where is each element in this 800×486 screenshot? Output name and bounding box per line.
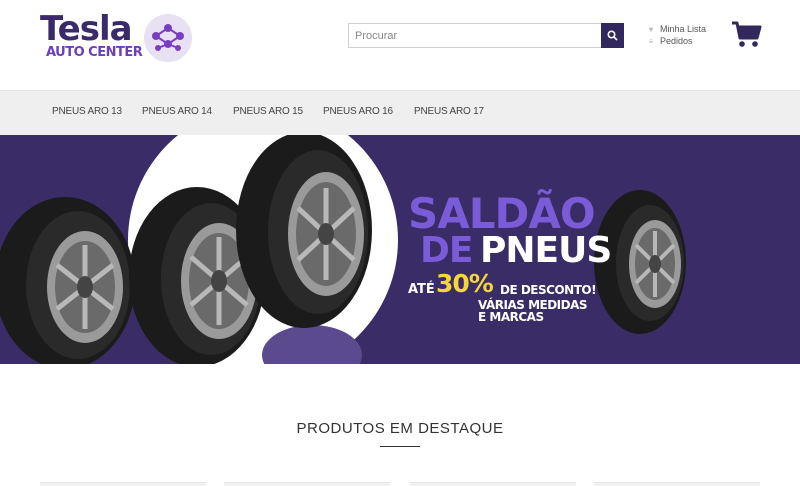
featured-products-title: PRODUTOS EM DESTAQUE <box>296 420 504 437</box>
nav-item-aro-16[interactable]: PNEUS ARO 16 <box>323 106 393 117</box>
search-bar <box>348 23 624 48</box>
promo-pneus: PNEUS <box>480 230 612 271</box>
list-icon: ≡ <box>648 36 654 46</box>
wishlist-label: Minha Lista <box>660 24 707 34</box>
nav-item-aro-13[interactable]: PNEUS ARO 13 <box>52 106 122 117</box>
search-input[interactable] <box>349 24 602 47</box>
nav-item-aro-15[interactable]: PNEUS ARO 15 <box>233 106 303 117</box>
account-links: ♥ Minha Lista ≡ Pedidos <box>646 23 726 47</box>
tire-image <box>236 135 372 328</box>
product-card[interactable] <box>594 482 760 486</box>
brand-subtitle: AUTO CENTER <box>46 45 143 60</box>
nav-item-aro-17[interactable]: PNEUS ARO 17 <box>414 106 484 117</box>
promo-ate: ATÉ <box>408 282 435 297</box>
tire-image <box>0 197 135 364</box>
search-button[interactable] <box>601 23 624 48</box>
promo-de: DE <box>420 230 473 271</box>
promo-discount: DE DESCONTO! <box>500 283 597 297</box>
wishlist-link[interactable]: ♥ Minha Lista <box>646 23 726 35</box>
promo-banner[interactable]: SALDÃO DE PNEUS ATÉ 30% DE DESCONTO! VÁR… <box>0 135 800 364</box>
orders-link[interactable]: ≡ Pedidos <box>646 35 726 47</box>
nav-item-aro-14[interactable]: PNEUS ARO 14 <box>142 106 212 117</box>
brand-name: Tesla <box>40 9 133 49</box>
search-icon <box>607 30 618 41</box>
promo-percent: 30% <box>436 269 494 298</box>
orders-label: Pedidos <box>660 36 693 46</box>
promo-brands: VÁRIAS MEDIDAS E MARCAS <box>478 298 588 324</box>
cart-button[interactable] <box>730 18 762 50</box>
brand-logo[interactable]: Tesla AUTO CENTER <box>40 12 200 64</box>
cart-icon <box>732 21 762 47</box>
title-underline <box>380 446 420 447</box>
product-card[interactable] <box>410 482 576 486</box>
product-card[interactable] <box>224 482 390 486</box>
product-card[interactable] <box>40 482 206 486</box>
promo-headline: SALDÃO <box>408 189 596 238</box>
category-nav: PNEUS ARO 13 PNEUS ARO 14 PNEUS ARO 15 P… <box>0 90 800 135</box>
site-header: Tesla AUTO CENTER Procurar ♥ Minha Lista… <box>0 0 800 90</box>
heart-icon: ♥ <box>648 24 654 34</box>
brand-mark-icon <box>144 14 192 62</box>
